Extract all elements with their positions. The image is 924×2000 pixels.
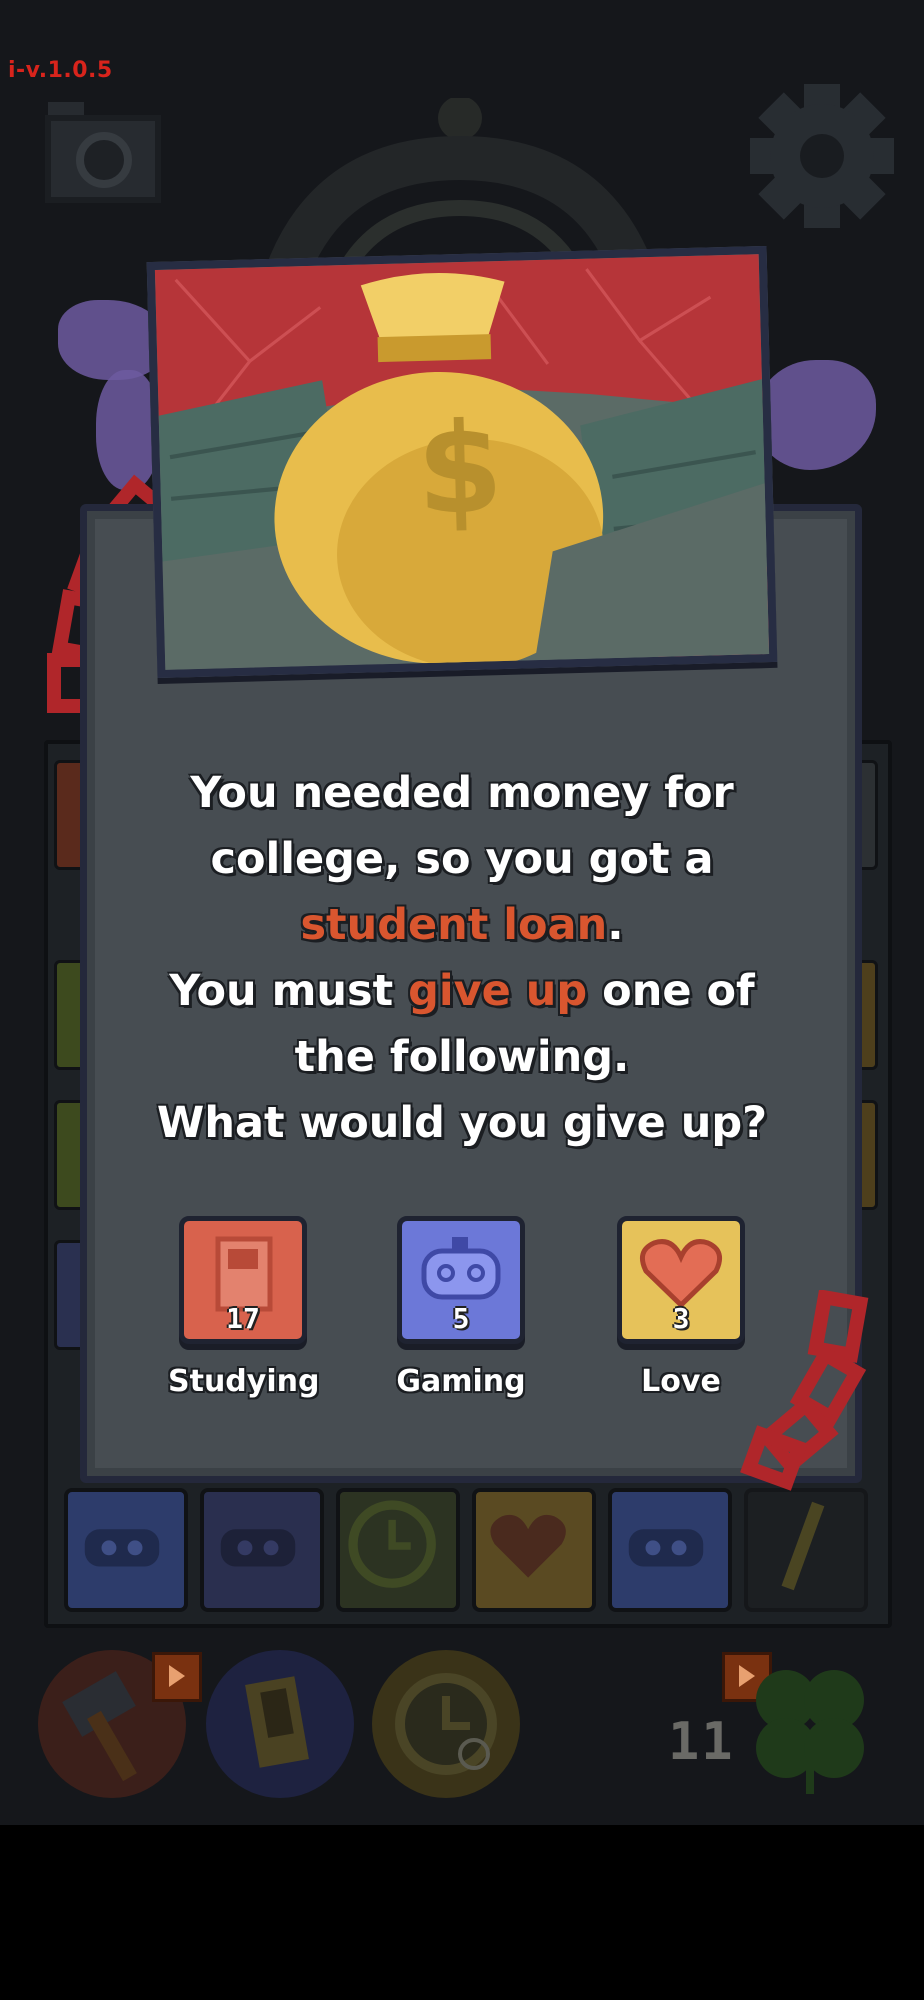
ad-play-icon[interactable] (152, 1652, 202, 1702)
gaming-tile[interactable]: 5 (397, 1216, 525, 1344)
love-label: Love (641, 1364, 721, 1399)
clock-icon (395, 1673, 497, 1775)
prompt-text: . (607, 900, 624, 950)
game-screen: i-v.1.0.5 11 $ You needed money for coll… (0, 0, 924, 1825)
prompt-line: You must give up one of (110, 958, 814, 1024)
svg-text:$: $ (415, 396, 505, 543)
inventory-slot[interactable] (472, 1488, 596, 1612)
choice-love[interactable]: 3 Love (606, 1216, 756, 1399)
book-tool-button[interactable] (206, 1650, 354, 1798)
studying-value: 17 (226, 1302, 260, 1335)
version-label: i-v.1.0.5 (8, 58, 113, 83)
prompt-line: college, so you got a (210, 834, 714, 884)
prompt-line: What would you give up? (156, 1098, 768, 1148)
prompt-line: student loan. (110, 892, 814, 958)
prompt-text: You must (169, 966, 409, 1016)
bottom-bar (0, 1825, 924, 2000)
chain-icon (740, 1290, 869, 1491)
gaming-label: Gaming (396, 1364, 526, 1399)
event-prompt: You needed money for college, so you got… (110, 760, 814, 1156)
studying-label: Studying (168, 1364, 320, 1399)
choice-studying[interactable]: 17 Studying (168, 1216, 320, 1399)
book-icon (245, 1676, 309, 1768)
inventory-slot[interactable] (336, 1488, 460, 1612)
clover-icon (756, 1670, 864, 1794)
inventory-slot[interactable] (744, 1488, 868, 1612)
gaming-value: 5 (452, 1302, 470, 1335)
love-value: 3 (672, 1302, 690, 1335)
highlight-student-loan: student loan (300, 900, 608, 950)
love-tile[interactable]: 3 (617, 1216, 745, 1344)
clover-tool-button[interactable] (736, 1650, 884, 1798)
clock-tool-button[interactable] (372, 1650, 520, 1798)
money-bag-icon: $ (146, 245, 778, 679)
choice-gaming[interactable]: 5 Gaming (386, 1216, 536, 1399)
inventory-slot[interactable] (64, 1488, 188, 1612)
turn-counter: 11 (668, 1712, 735, 1772)
highlight-give-up: give up (408, 966, 588, 1016)
camera-icon[interactable] (44, 96, 162, 206)
inventory-slot[interactable] (200, 1488, 324, 1612)
paint-splash (756, 360, 876, 470)
studying-tile[interactable]: 17 (179, 1216, 307, 1344)
prompt-line: the following. (294, 1032, 630, 1082)
inventory-slot[interactable] (608, 1488, 732, 1612)
prompt-text: one of (587, 966, 755, 1016)
gear-icon[interactable] (748, 82, 896, 230)
prompt-line: You needed money for (190, 768, 734, 818)
